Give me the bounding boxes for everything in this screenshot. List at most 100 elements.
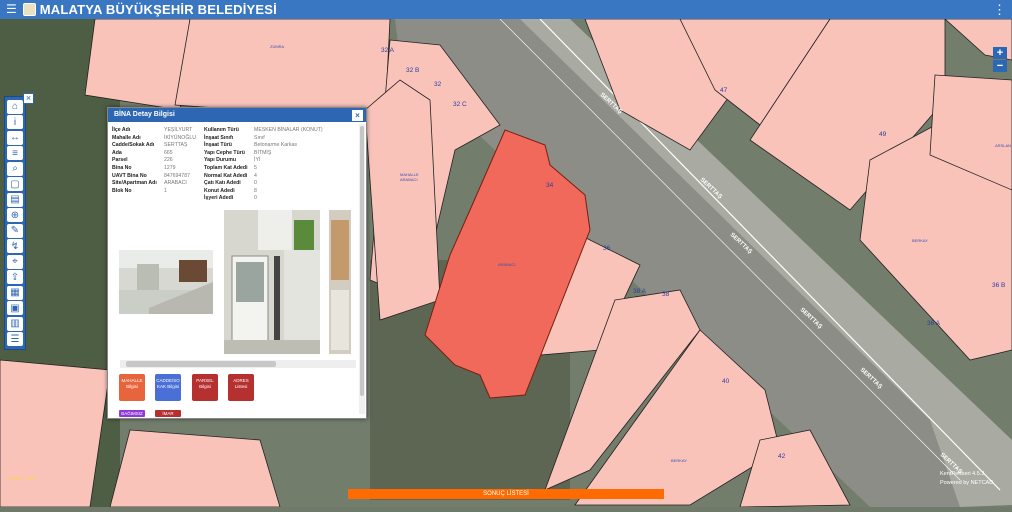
building-icon[interactable]: ▥ (7, 316, 23, 331)
share-icon[interactable]: ⇪ (7, 270, 23, 284)
panel-close-icon[interactable]: × (352, 110, 363, 121)
field-label: Çatı Katı Adedi (204, 180, 241, 187)
building-name: ARSLAN (995, 143, 1011, 148)
field-label: Yapı Durumu (204, 157, 236, 164)
zoom-icon[interactable]: ⊕ (7, 208, 23, 222)
photo-scrollbar[interactable] (120, 360, 356, 368)
version-text: KentRehberi 4.5.3 (940, 471, 985, 477)
building-photo[interactable] (119, 250, 213, 314)
scroll-thumb[interactable] (126, 361, 276, 367)
print-icon[interactable]: ▤ (7, 192, 23, 207)
field-value: SERTTAŞ (164, 142, 188, 149)
button-label: CADDE/SO KAK Bilgisi (156, 378, 180, 389)
field-value: Sınıf (254, 134, 265, 141)
building-photo[interactable] (224, 210, 320, 354)
coordinate-icon[interactable]: ⌖ (7, 254, 23, 269)
field-label: Toplam Kat Adedi (204, 164, 248, 171)
address-list-button[interactable]: ADRES Listesi (228, 374, 254, 401)
field-value: İYİ (254, 157, 261, 164)
parcel-number: 32 (434, 81, 442, 88)
field-label: Blok No (112, 187, 132, 194)
list-icon[interactable]: ☰ (7, 332, 23, 346)
print-map-icon[interactable]: ▣ (7, 301, 23, 315)
field-value: 1 (164, 187, 167, 194)
field-value: 226 (164, 157, 173, 164)
parcel-number: 32 C (453, 101, 467, 108)
hamburger-menu-icon[interactable]: ☰ (6, 0, 17, 19)
independent-unit-button[interactable]: BAĞIMSIZ (119, 410, 145, 417)
field-label: Mahalle Adı (112, 134, 141, 141)
parcel (0, 359, 111, 508)
app-title: MALATYA BÜYÜKŞEHİR BELEDİYESİ (39, 2, 277, 17)
field-label: Kullanım Türü (204, 127, 239, 133)
panel-header: BİNA Detay Bilgisi × (108, 108, 366, 122)
parcel-icon[interactable]: ▢ (7, 177, 23, 191)
field-value: YEŞİLYURT (164, 127, 193, 133)
app-header: ☰ MALATYA BÜYÜKŞEHİR BELEDİYESİ ⋮ (0, 0, 1012, 19)
field-value: 665 (164, 149, 173, 156)
toolbar-close-icon[interactable]: × (23, 93, 34, 104)
parcel (84, 18, 191, 111)
mahalle-info-button[interactable]: MAHALLE Bilgisi (119, 374, 145, 401)
building-name: ARABACI (498, 262, 516, 267)
panel-title: BİNA Detay Bilgisi (114, 111, 175, 118)
left-fields: İlçe Adı YEŞİLYURT Mahalle Adı İKİYÜNOĞLU … (112, 127, 196, 195)
parcel-number: 34 (546, 182, 554, 189)
street-info-button[interactable]: CADDE/SO KAK Bilgisi (155, 374, 181, 401)
field-label: Bina No (112, 164, 132, 171)
parcel-number: 49 (879, 131, 887, 138)
parcel-info-button[interactable]: PARSEL Bilgisi (192, 374, 218, 401)
zoom-in-button[interactable]: + (993, 47, 1007, 59)
more-options-icon[interactable]: ⋮ (993, 0, 1006, 19)
info-icon[interactable]: i (7, 115, 23, 129)
parcel-number: 36 (603, 245, 611, 252)
parcel (109, 429, 281, 508)
field-label: Cadde/Sokak Adı (112, 142, 155, 149)
result-list-button[interactable]: SONUÇ LİSTESİ (348, 489, 664, 499)
draw-icon[interactable]: ✎ (7, 223, 23, 238)
right-fields: Kullanım Türü MESKEN BİNALAR (KONUT) İnşa… (204, 127, 323, 203)
parcel-number: 47 (720, 87, 728, 94)
building-photo[interactable] (329, 210, 351, 354)
field-label: İlçe Adı (112, 127, 131, 133)
field-value: 4 (254, 172, 257, 179)
parcel-number: 40 (722, 378, 730, 385)
building-detail-panel: BİNA Detay Bilgisi × İlçe Adı YEŞİLYURT M… (107, 107, 367, 419)
layer-icon[interactable]: ≡ (7, 146, 23, 160)
zoom-out-button[interactable]: − (993, 60, 1007, 72)
route-icon[interactable]: ↯ (7, 239, 23, 253)
field-value: 0 (254, 195, 257, 202)
building-name: ZÜMRA (270, 44, 285, 49)
field-value: 847694787 (164, 172, 190, 179)
home-icon[interactable]: ⌂ (7, 99, 23, 114)
municipality-logo (22, 3, 36, 16)
building-name: BERKAY (671, 458, 687, 463)
parcel-number: 32 B (406, 67, 419, 74)
scale-text: Ölçek 1: 387 (8, 476, 37, 482)
button-label: MAHALLE Bilgisi (121, 378, 143, 389)
scroll-thumb[interactable] (360, 126, 364, 396)
field-value: İKİYÜNOĞLU (164, 134, 196, 141)
field-label: Parsel (112, 157, 128, 164)
parcel-number: 32 A (381, 47, 395, 54)
field-label: Normal Kat Adedi (204, 172, 248, 179)
panel-scrollbar[interactable] (359, 124, 365, 414)
button-label: PARSEL Bilgisi (196, 378, 214, 389)
field-value: ARABACI (164, 180, 187, 187)
field-label: Ada (112, 149, 122, 156)
measure-icon[interactable]: ↔ (7, 130, 23, 145)
building-name: BERKAY (912, 238, 928, 243)
field-value: 1279 (164, 164, 176, 171)
field-label: Site/Apartman Adı (112, 180, 157, 187)
search-icon[interactable]: ⌕ (7, 161, 23, 176)
field-value: MESKEN BİNALAR (KONUT) (254, 127, 323, 133)
zoning-button[interactable]: İMAR (155, 410, 181, 417)
field-label: Yapı Cephe Türü (204, 149, 245, 156)
building-name: ARABACI (400, 177, 418, 182)
street-icon[interactable]: ▦ (7, 285, 23, 300)
parcel-number: 36 B (992, 282, 1005, 289)
parcel-number: 38 A (633, 288, 647, 295)
parcel-number: 42 (778, 453, 786, 460)
parcel (174, 18, 391, 121)
field-label: İşyeri Adedi (204, 195, 234, 202)
